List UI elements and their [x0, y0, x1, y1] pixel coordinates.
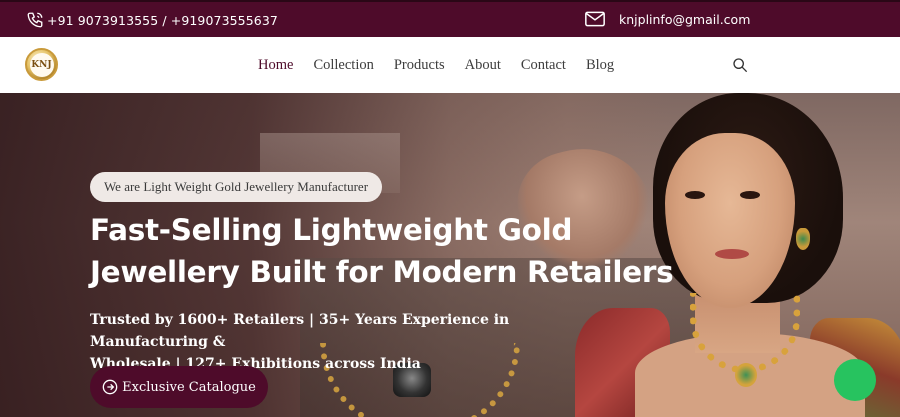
phone-contact[interactable]: +91 9073913555 / +919073555637: [26, 11, 278, 29]
nav-menu: Home Collection Products About Contact B…: [258, 57, 634, 74]
model-earring: [796, 228, 810, 250]
email-address: knjplinfo@gmail.com: [619, 11, 751, 27]
phone-numbers: +91 9073913555 / +919073555637: [47, 12, 278, 28]
hero-subtext-line1: Trusted by 1600+ Retailers | 35+ Years E…: [90, 312, 510, 350]
model-eye-left: [685, 191, 705, 199]
nav-item-products[interactable]: Products: [394, 57, 445, 74]
model-pendant: [735, 363, 757, 387]
search-icon[interactable]: [732, 57, 748, 73]
main-navbar: KNJ Home Collection Products About Conta…: [0, 37, 900, 93]
mail-icon: [585, 11, 605, 27]
brand-logo-text: KNJ: [29, 52, 54, 77]
hero-badge: We are Light Weight Gold Jewellery Manuf…: [90, 172, 382, 202]
model-eye-right: [740, 191, 760, 199]
model-lips: [715, 249, 749, 259]
top-contact-bar: +91 9073913555 / +919073555637 knjplinfo…: [0, 0, 900, 37]
exclusive-catalogue-button[interactable]: Exclusive Catalogue: [90, 366, 268, 408]
phone-icon: [27, 12, 43, 28]
hero-headline-line2: Jewellery Built for Modern Retailers: [90, 255, 674, 289]
nav-item-blog[interactable]: Blog: [586, 57, 614, 74]
nav-item-contact[interactable]: Contact: [521, 57, 566, 74]
exclusive-catalogue-label: Exclusive Catalogue: [122, 379, 256, 395]
hero-banner: We are Light Weight Gold Jewellery Manuf…: [0, 93, 900, 417]
brand-logo[interactable]: KNJ: [25, 48, 58, 81]
hero-headline: Fast-Selling Lightweight Gold Jewellery …: [90, 209, 690, 293]
hero-headline-line1: Fast-Selling Lightweight Gold: [90, 213, 573, 247]
nav-item-home[interactable]: Home: [258, 57, 293, 74]
email-contact[interactable]: knjplinfo@gmail.com: [585, 11, 750, 27]
nav-item-collection[interactable]: Collection: [313, 57, 373, 74]
nav-item-about[interactable]: About: [465, 57, 501, 74]
chat-icon[interactable]: [834, 359, 876, 401]
arrow-circle-icon: [102, 379, 118, 395]
